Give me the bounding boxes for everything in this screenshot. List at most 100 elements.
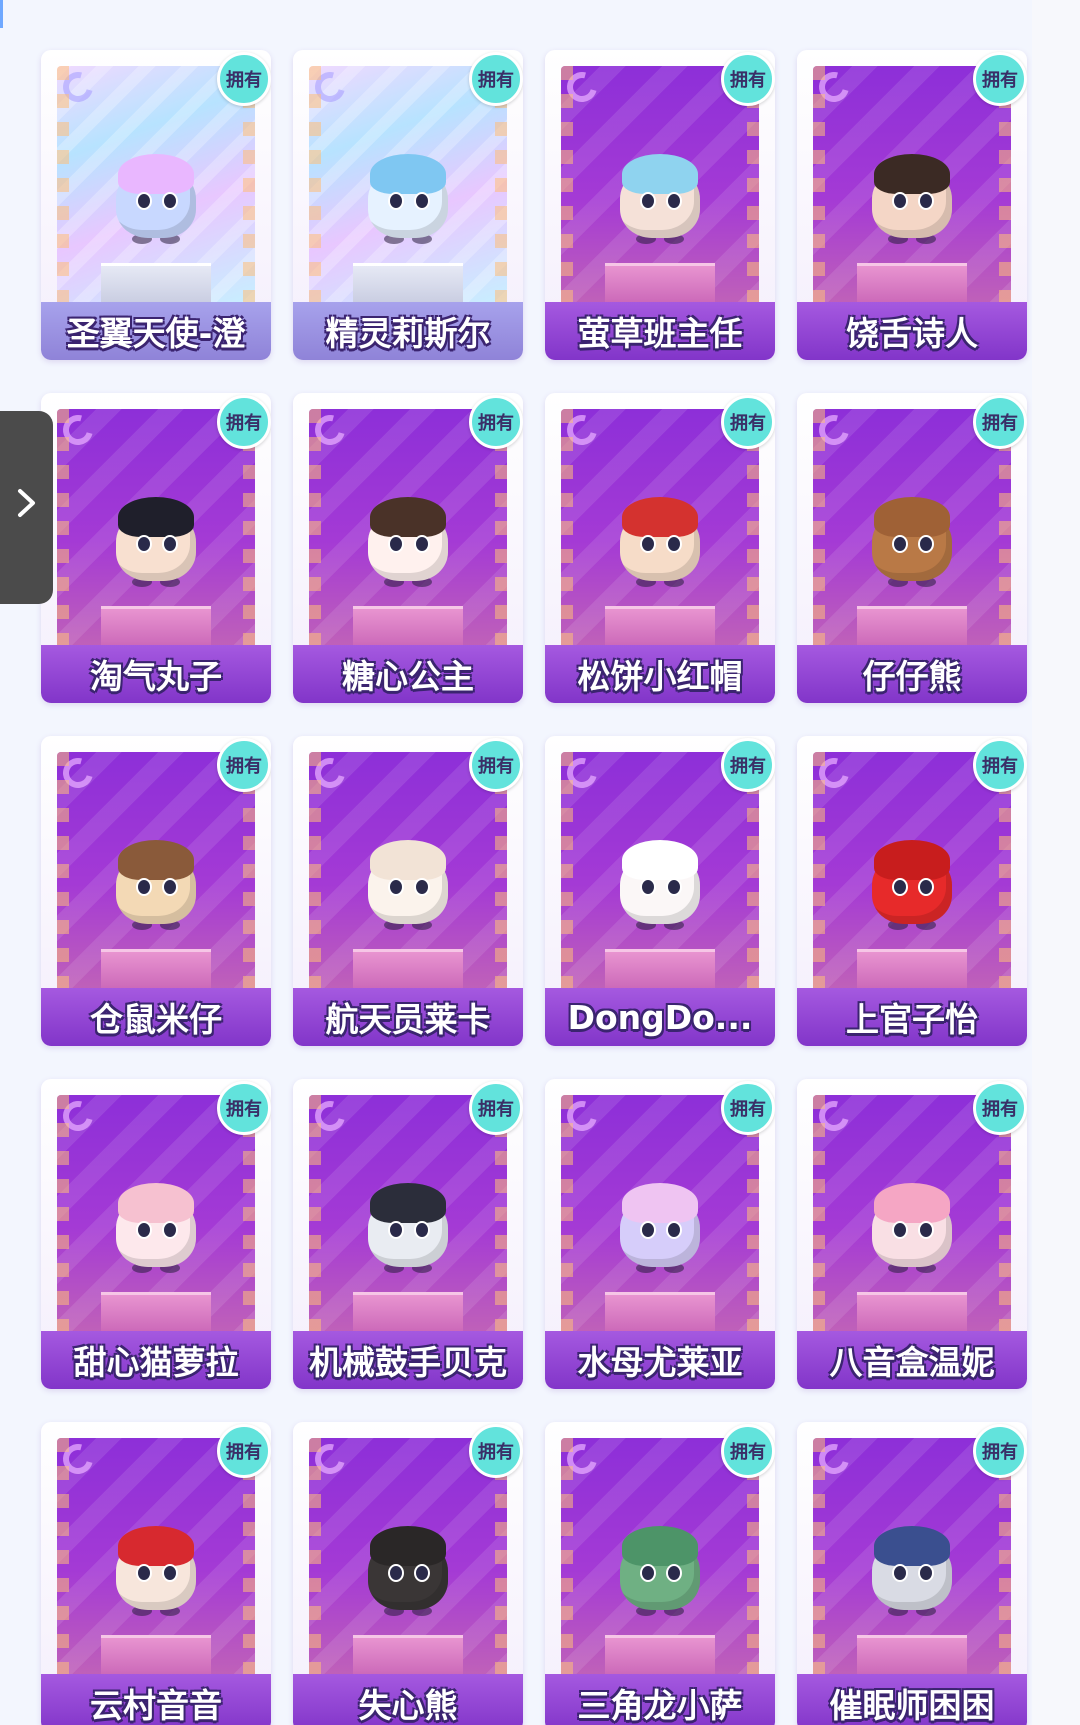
frame-decoration bbox=[561, 66, 573, 306]
card-artwork bbox=[561, 1438, 759, 1678]
owned-badge: 拥有 bbox=[721, 738, 775, 792]
character-figure bbox=[610, 1173, 710, 1273]
card-artwork bbox=[813, 1438, 1011, 1678]
frame-decoration bbox=[561, 752, 573, 992]
card-name-bar: 仓鼠米仔 bbox=[41, 988, 271, 1046]
character-figure bbox=[610, 144, 710, 244]
character-card[interactable]: 拥有 萤草班主任 bbox=[545, 50, 775, 360]
card-name-bar: 糖心公主 bbox=[293, 645, 523, 703]
character-figure bbox=[610, 1516, 710, 1616]
owned-badge: 拥有 bbox=[721, 1424, 775, 1478]
display-pedestal bbox=[101, 1635, 211, 1678]
owned-badge: 拥有 bbox=[721, 395, 775, 449]
owned-badge: 拥有 bbox=[973, 738, 1027, 792]
card-artwork bbox=[561, 409, 759, 649]
character-card[interactable]: 拥有 仔仔熊 bbox=[797, 393, 1027, 703]
card-artwork bbox=[57, 66, 255, 306]
display-pedestal bbox=[101, 1292, 211, 1335]
display-pedestal bbox=[353, 949, 463, 992]
character-card[interactable]: 拥有甜心猫萝拉 bbox=[41, 1079, 271, 1389]
character-card[interactable]: 拥有 饶舌诗人 bbox=[797, 50, 1027, 360]
side-drawer-toggle[interactable] bbox=[0, 411, 53, 604]
frame-decoration bbox=[813, 1095, 825, 1335]
owned-badge: 拥有 bbox=[469, 1424, 523, 1478]
character-name: 甜心猫萝拉 bbox=[73, 1343, 239, 1382]
owned-badge: 拥有 bbox=[217, 738, 271, 792]
owned-badge: 拥有 bbox=[217, 1081, 271, 1135]
character-name: 松饼小红帽 bbox=[577, 657, 743, 696]
frame-decoration bbox=[57, 1095, 69, 1335]
card-name-bar: 失心熊 bbox=[293, 1674, 523, 1725]
card-artwork bbox=[813, 409, 1011, 649]
frame-decoration bbox=[57, 1438, 69, 1678]
card-artwork bbox=[309, 1095, 507, 1335]
owned-badge: 拥有 bbox=[973, 1424, 1027, 1478]
owned-badge: 拥有 bbox=[721, 1081, 775, 1135]
character-card[interactable]: 拥有八音盒温妮 bbox=[797, 1079, 1027, 1389]
character-figure bbox=[358, 487, 458, 587]
character-figure bbox=[862, 487, 962, 587]
character-name: 八音盒温妮 bbox=[829, 1343, 995, 1382]
card-name-bar: DongDo... bbox=[545, 988, 775, 1046]
owned-badge: 拥有 bbox=[973, 1081, 1027, 1135]
character-card[interactable]: 拥有 DongDo... bbox=[545, 736, 775, 1046]
character-card[interactable]: 拥有失心熊 bbox=[293, 1422, 523, 1725]
owned-badge: 拥有 bbox=[469, 1081, 523, 1135]
frame-decoration bbox=[309, 1095, 321, 1335]
card-artwork bbox=[309, 1438, 507, 1678]
card-artwork bbox=[57, 1095, 255, 1335]
character-figure bbox=[862, 830, 962, 930]
card-name-bar: 上官子怡 bbox=[797, 988, 1027, 1046]
frame-decoration bbox=[309, 66, 321, 306]
card-artwork bbox=[57, 1438, 255, 1678]
character-card[interactable]: 拥有催眠师困困 bbox=[797, 1422, 1027, 1725]
display-pedestal bbox=[353, 1635, 463, 1678]
character-figure bbox=[106, 1173, 206, 1273]
card-name-bar: 圣翼天使-澄 bbox=[41, 302, 271, 360]
character-card[interactable]: 拥有 精灵莉斯尔 bbox=[293, 50, 523, 360]
card-name-bar: 云村音音 bbox=[41, 1674, 271, 1725]
collection-page: 拥有 圣翼天使-澄 拥有 精灵莉斯尔 拥有 萤草班主任 拥有 饶舌诗人 拥有 淘气丸子 拥有 糖心公主… bbox=[0, 0, 1080, 1725]
character-name: 淘气丸子 bbox=[90, 657, 222, 696]
character-card[interactable]: 拥有 淘气丸子 bbox=[41, 393, 271, 703]
character-figure bbox=[106, 830, 206, 930]
character-card[interactable]: 拥有 机械鼓手贝克 bbox=[293, 1079, 523, 1389]
character-name: 水母尤莱亚 bbox=[577, 1343, 743, 1382]
card-name-bar: 萤草班主任 bbox=[545, 302, 775, 360]
character-card[interactable]: 拥有上官子怡 bbox=[797, 736, 1027, 1046]
character-name: 上官子怡 bbox=[846, 1000, 978, 1039]
display-pedestal bbox=[605, 606, 715, 649]
character-card[interactable]: 拥有松饼小红帽 bbox=[545, 393, 775, 703]
card-artwork bbox=[309, 66, 507, 306]
display-pedestal bbox=[101, 949, 211, 992]
display-pedestal bbox=[605, 1635, 715, 1678]
character-card-grid: 拥有 圣翼天使-澄 拥有 精灵莉斯尔 拥有 萤草班主任 拥有 饶舌诗人 拥有 淘气丸子 拥有 糖心公主… bbox=[41, 50, 1027, 1725]
character-card[interactable]: 拥有 航天员莱卡 bbox=[293, 736, 523, 1046]
display-pedestal bbox=[101, 263, 211, 306]
card-name-bar: 八音盒温妮 bbox=[797, 1331, 1027, 1389]
card-artwork bbox=[309, 409, 507, 649]
card-name-bar: 松饼小红帽 bbox=[545, 645, 775, 703]
card-name-bar: 甜心猫萝拉 bbox=[41, 1331, 271, 1389]
character-figure bbox=[358, 1516, 458, 1616]
card-artwork bbox=[561, 752, 759, 992]
frame-decoration bbox=[309, 409, 321, 649]
right-margin bbox=[1032, 0, 1080, 1725]
card-artwork bbox=[57, 409, 255, 649]
card-artwork bbox=[309, 752, 507, 992]
character-card[interactable]: 拥有水母尤莱亚 bbox=[545, 1079, 775, 1389]
character-card[interactable]: 拥有 糖心公主 bbox=[293, 393, 523, 703]
character-name: 三角龙小萨 bbox=[577, 1686, 743, 1725]
character-card[interactable]: 拥有 圣翼天使-澄 bbox=[41, 50, 271, 360]
character-name: 催眠师困困 bbox=[829, 1686, 995, 1725]
character-card[interactable]: 拥有 云村音音 bbox=[41, 1422, 271, 1725]
character-card[interactable]: 拥有仓鼠米仔 bbox=[41, 736, 271, 1046]
character-name: DongDo... bbox=[567, 997, 753, 1037]
character-figure bbox=[862, 1516, 962, 1616]
frame-decoration bbox=[813, 409, 825, 649]
scroll-indicator bbox=[0, 0, 3, 28]
character-figure bbox=[358, 144, 458, 244]
display-pedestal bbox=[857, 949, 967, 992]
character-figure bbox=[358, 830, 458, 930]
character-card[interactable]: 拥有三角龙小萨 bbox=[545, 1422, 775, 1725]
